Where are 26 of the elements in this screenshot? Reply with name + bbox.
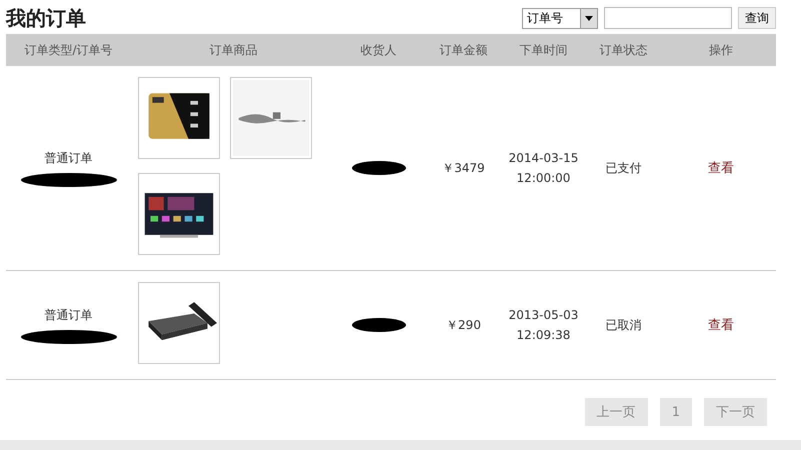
- search-field[interactable]: [604, 7, 732, 29]
- order-type: 普通订单: [44, 150, 92, 166]
- view-link[interactable]: 查看: [708, 318, 734, 333]
- redaction-mark: [352, 161, 406, 175]
- order-date: 2013-05-03: [508, 308, 580, 322]
- order-date: 2014-03-15: [508, 151, 580, 165]
- order-time: 12:00:00: [516, 171, 572, 185]
- column-header: 下单时间: [506, 34, 581, 66]
- column-header: 收货人: [336, 34, 421, 66]
- view-link[interactable]: 查看: [708, 161, 734, 176]
- redaction-mark: [352, 318, 406, 332]
- column-header: 订单金额: [421, 34, 506, 66]
- caret-icon: [580, 8, 597, 28]
- column-header: 订单商品: [131, 34, 336, 66]
- search-type-dropdown[interactable]: 订单号: [522, 8, 598, 28]
- order-status: 已支付: [606, 160, 642, 174]
- column-header: 操作: [666, 34, 776, 66]
- order-amount: ￥3479: [442, 160, 485, 174]
- page-title: 我的订单: [6, 4, 86, 32]
- order-time: 12:09:38: [516, 328, 572, 342]
- search-button[interactable]: 查询: [738, 7, 776, 29]
- order-amount: ￥290: [446, 318, 481, 332]
- order-status: 已取消: [606, 318, 642, 332]
- order-type: 普通订单: [44, 306, 92, 324]
- column-header: 订单类型/订单号: [6, 34, 131, 66]
- column-header: 订单状态: [581, 34, 666, 66]
